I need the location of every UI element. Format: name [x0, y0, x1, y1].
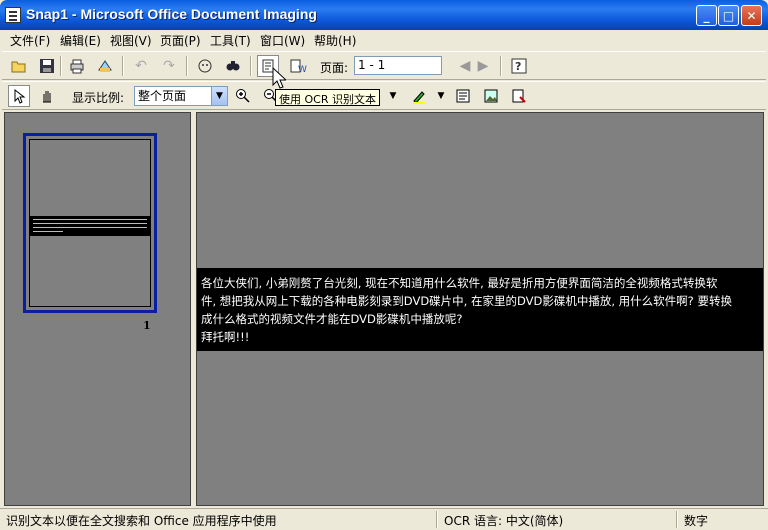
- status-message: 识别文本以便在全文搜索和 Office 应用程序中使用: [6, 514, 277, 528]
- svg-text:W: W: [298, 65, 307, 74]
- standard-toolbar: ↶ ↷ W 页面: 1 - 1 ◀ ▶ ?: [2, 51, 766, 80]
- menu-help[interactable]: 帮助(H): [314, 32, 356, 49]
- highlighter-icon[interactable]: [408, 85, 430, 107]
- picture-icon[interactable]: [480, 85, 502, 107]
- ocr-tooltip: 使用 OCR 识别文本: [275, 89, 380, 106]
- mouse-cursor-icon: [272, 67, 286, 89]
- zoom-value: 整个页面: [138, 89, 187, 103]
- thumbnail-text-band: [30, 216, 150, 236]
- menu-view[interactable]: 视图(V): [110, 32, 152, 49]
- menu-edit[interactable]: 编辑(E): [60, 32, 101, 49]
- document-pane[interactable]: 各位大侠们, 小弟刚赘了台光刻, 现在不知道用什么软件, 最好是折用方便界面简洁…: [196, 112, 764, 506]
- reset-icon[interactable]: [194, 55, 216, 77]
- status-mode: 数字: [684, 514, 709, 528]
- minimize-button[interactable]: _: [696, 5, 717, 26]
- page-label: 页面:: [320, 61, 349, 75]
- redo-icon[interactable]: ↷: [158, 55, 180, 77]
- annotation-icon[interactable]: [508, 85, 530, 107]
- help-icon[interactable]: ?: [508, 55, 530, 77]
- next-page-icon[interactable]: ▶: [472, 55, 494, 77]
- text-box-icon[interactable]: [452, 85, 474, 107]
- thumbnail-pane[interactable]: 1: [4, 112, 191, 506]
- document-line: 各位大侠们, 小弟刚赘了台光刻, 现在不知道用什么软件, 最好是折用方便界面简洁…: [201, 276, 718, 290]
- status-bar: 识别文本以便在全文搜索和 Office 应用程序中使用 OCR 语言: 中文(简…: [0, 508, 768, 530]
- annotation-toolbar: 显示比例: 整个页面 ▼ ▼ ▼: [2, 81, 766, 110]
- menu-window[interactable]: 窗口(W): [260, 32, 305, 49]
- highlighter-dropdown-icon[interactable]: ▼: [430, 85, 452, 107]
- find-icon[interactable]: [222, 55, 244, 77]
- menu-file[interactable]: 文件(F): [10, 32, 50, 49]
- menu-page[interactable]: 页面(P): [160, 32, 201, 49]
- window-title: Snap1 - Microsoft Office Document Imagin…: [26, 6, 317, 22]
- document-text-band[interactable]: 各位大侠们, 小弟刚赘了台光刻, 现在不知道用什么软件, 最好是折用方便界面简洁…: [197, 268, 763, 351]
- svg-text:?: ?: [515, 60, 521, 73]
- zoom-label: 显示比例:: [72, 91, 125, 105]
- open-folder-icon[interactable]: [8, 55, 30, 77]
- document-line: 拜托啊!!!: [201, 330, 250, 344]
- zoom-select[interactable]: 整个页面 ▼: [134, 86, 228, 106]
- menu-bar: 文件(F) 编辑(E) 视图(V) 页面(P) 工具(T) 窗口(W) 帮助(H…: [0, 30, 768, 50]
- dropdown-arrow-icon[interactable]: ▼: [382, 85, 404, 107]
- pan-hand-icon[interactable]: [36, 85, 58, 107]
- close-button[interactable]: ✕: [741, 5, 762, 26]
- menu-tools[interactable]: 工具(T): [210, 32, 251, 49]
- select-arrow-icon[interactable]: [8, 85, 30, 107]
- document-line: 件, 想把我从网上下载的各种电影刻录到DVD碟片中, 在家里的DVD影碟机中播放…: [201, 294, 732, 308]
- send-to-word-icon[interactable]: W: [287, 55, 309, 77]
- page-thumbnail[interactable]: [23, 133, 157, 313]
- send-icon[interactable]: [94, 55, 116, 77]
- document-line: 成什么格式的视频文件才能在DVD影碟机中播放呢?: [201, 312, 463, 326]
- undo-icon[interactable]: ↶: [130, 55, 152, 77]
- thumbnail-page-number: 1: [143, 319, 151, 332]
- chevron-down-icon[interactable]: ▼: [211, 87, 227, 105]
- title-bar: Snap1 - Microsoft Office Document Imagin…: [0, 0, 768, 30]
- app-icon[interactable]: [5, 7, 21, 23]
- save-icon[interactable]: [36, 55, 58, 77]
- print-icon[interactable]: [66, 55, 88, 77]
- status-ocr-language: OCR 语言: 中文(简体): [444, 514, 564, 528]
- zoom-in-icon[interactable]: [232, 85, 254, 107]
- maximize-button[interactable]: □: [718, 5, 739, 26]
- page-number-input[interactable]: 1 - 1: [354, 56, 442, 75]
